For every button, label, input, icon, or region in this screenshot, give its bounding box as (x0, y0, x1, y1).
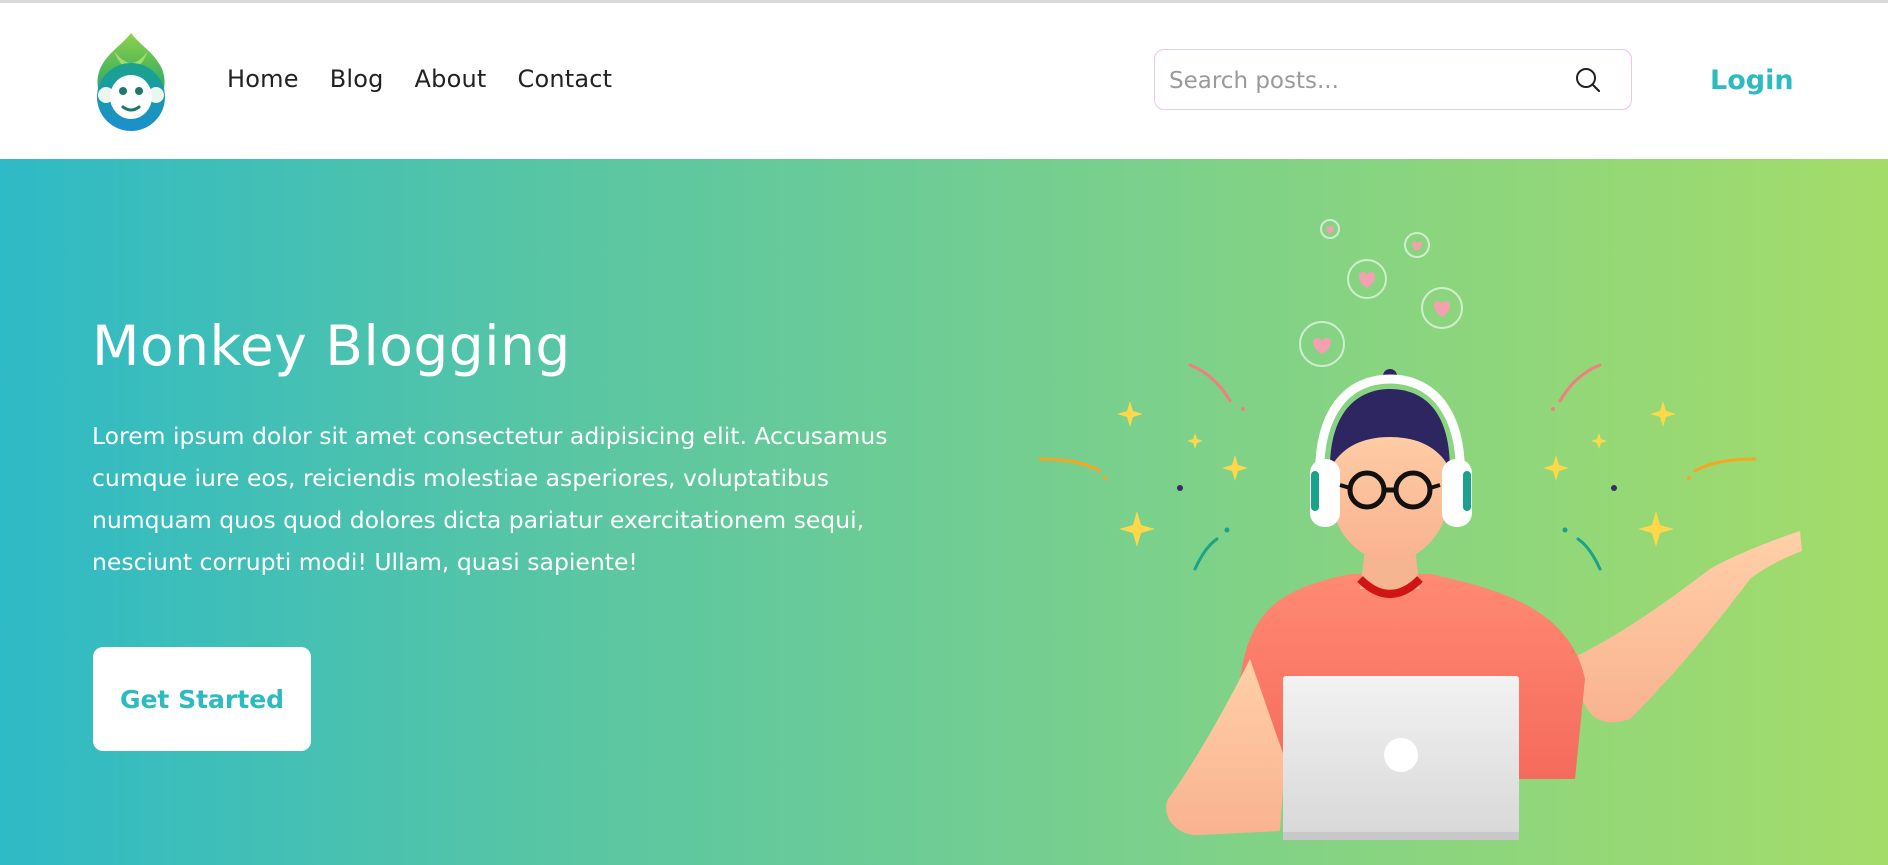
get-started-button[interactable]: Get Started (93, 647, 311, 751)
monkey-logo-icon[interactable] (92, 31, 170, 133)
hero-illustration (1038, 219, 1802, 840)
nav-about-link[interactable]: About (415, 65, 487, 93)
hero-title: Monkey Blogging (92, 314, 571, 378)
search-box (1154, 49, 1632, 110)
login-link[interactable]: Login (1710, 65, 1794, 96)
hero-section: Monkey Blogging Lorem ipsum dolor sit am… (0, 159, 1888, 865)
hero-description: Lorem ipsum dolor sit amet consectetur a… (92, 422, 888, 576)
site-header: Home Blog About Contact Login (0, 3, 1888, 159)
search-icon[interactable] (1573, 65, 1603, 95)
main-nav: Home Blog About Contact (227, 65, 612, 93)
nav-blog-link[interactable]: Blog (330, 65, 384, 93)
search-input[interactable] (1167, 64, 1571, 98)
nav-contact-link[interactable]: Contact (518, 65, 613, 93)
nav-home-link[interactable]: Home (227, 65, 299, 93)
